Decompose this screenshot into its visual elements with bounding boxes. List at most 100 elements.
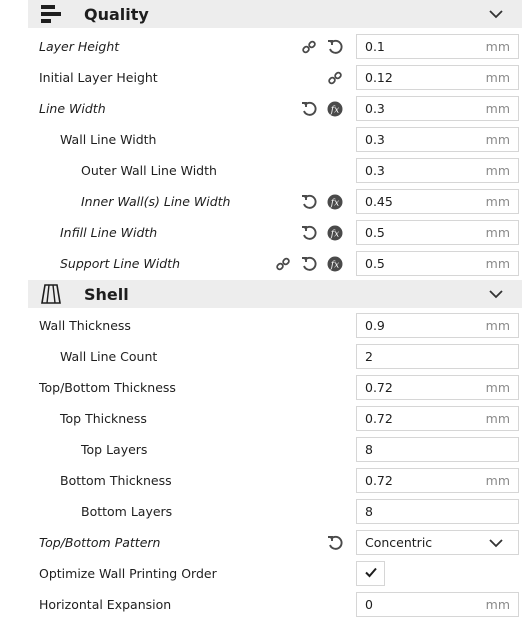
field-value: 0.1 bbox=[365, 39, 385, 54]
setting-row: Layer Height 0.1 mm bbox=[28, 31, 522, 62]
setting-row: Top Layers 8 bbox=[28, 434, 522, 465]
value-field[interactable]: 8 bbox=[356, 499, 519, 524]
link-icon[interactable] bbox=[327, 70, 343, 86]
value-field[interactable]: 0.3 mm bbox=[356, 96, 519, 121]
chevron-down-icon[interactable] bbox=[488, 286, 504, 302]
value-field[interactable]: 0.72 mm bbox=[356, 375, 519, 400]
setting-label: Bottom Thickness bbox=[60, 473, 172, 488]
field-value: 0.3 bbox=[365, 132, 385, 147]
field-unit: mm bbox=[485, 101, 510, 116]
field-value: 0.5 bbox=[365, 256, 385, 271]
setting-label: Top Layers bbox=[81, 442, 148, 457]
reset-icon[interactable] bbox=[301, 225, 317, 241]
section-title: Shell bbox=[84, 284, 129, 304]
setting-row: Horizontal Expansion 0 mm bbox=[28, 589, 522, 620]
value-field[interactable]: 0.45 mm bbox=[356, 189, 519, 214]
function-icon[interactable]: fx bbox=[327, 225, 343, 241]
section-title: Quality bbox=[84, 4, 149, 24]
reset-icon[interactable] bbox=[301, 194, 317, 210]
value-field[interactable]: 2 bbox=[356, 344, 519, 369]
link-icon[interactable] bbox=[301, 39, 317, 55]
value-field[interactable]: 0.5 mm bbox=[356, 220, 519, 245]
setting-label: Outer Wall Line Width bbox=[81, 163, 217, 178]
field-value: 0.45 bbox=[365, 194, 393, 209]
setting-row: Top/Bottom Thickness 0.72 mm bbox=[28, 372, 522, 403]
value-field[interactable]: 0.12 mm bbox=[356, 65, 519, 90]
quality-icon bbox=[38, 2, 64, 26]
field-value: 0.72 bbox=[365, 473, 393, 488]
setting-label: Top Thickness bbox=[60, 411, 147, 426]
field-unit: mm bbox=[485, 256, 510, 271]
function-icon[interactable]: fx bbox=[327, 256, 343, 272]
setting-row: Outer Wall Line Width 0.3 mm bbox=[28, 155, 522, 186]
field-unit: mm bbox=[485, 194, 510, 209]
setting-label: Optimize Wall Printing Order bbox=[39, 566, 217, 581]
checkmark-icon bbox=[363, 564, 379, 583]
checkbox[interactable] bbox=[356, 561, 385, 586]
field-value: 0.12 bbox=[365, 70, 393, 85]
setting-label: Top/Bottom Thickness bbox=[39, 380, 176, 395]
field-value: 2 bbox=[365, 349, 373, 364]
setting-label: Bottom Layers bbox=[81, 504, 173, 519]
field-unit: mm bbox=[485, 225, 510, 240]
setting-row: Wall Line Width 0.3 mm bbox=[28, 124, 522, 155]
setting-row: Top Thickness 0.72 mm bbox=[28, 403, 522, 434]
svg-text:fx: fx bbox=[330, 230, 339, 240]
reset-icon[interactable] bbox=[301, 256, 317, 272]
field-value: 0.72 bbox=[365, 411, 393, 426]
field-unit: mm bbox=[485, 132, 510, 147]
value-field[interactable]: 0 mm bbox=[356, 592, 519, 617]
reset-icon[interactable] bbox=[301, 101, 317, 117]
setting-row: Support Line Width fx 0.5 mm bbox=[28, 248, 522, 279]
setting-row: Infill Line Width fx 0.5 mm bbox=[28, 217, 522, 248]
setting-row: Line Width fx 0.3 mm bbox=[28, 93, 522, 124]
setting-label: Infill Line Width bbox=[60, 225, 158, 240]
setting-label: Support Line Width bbox=[60, 256, 181, 271]
reset-icon[interactable] bbox=[327, 39, 343, 55]
field-unit: mm bbox=[485, 39, 510, 54]
field-unit: mm bbox=[485, 380, 510, 395]
value-field[interactable]: 8 bbox=[356, 437, 519, 462]
field-unit: mm bbox=[485, 473, 510, 488]
setting-row: Top/Bottom Pattern Concentric bbox=[28, 527, 522, 558]
section-header-quality[interactable]: Quality bbox=[28, 0, 522, 28]
value-field[interactable]: 0.9 mm bbox=[356, 313, 519, 338]
dropdown-select[interactable]: Concentric bbox=[356, 530, 519, 555]
field-value: 0.3 bbox=[365, 101, 385, 116]
field-value: 8 bbox=[365, 442, 373, 457]
function-icon[interactable]: fx bbox=[327, 194, 343, 210]
section-header-shell[interactable]: Shell bbox=[28, 280, 522, 308]
setting-label: Horizontal Expansion bbox=[39, 597, 172, 612]
value-field[interactable]: 0.3 mm bbox=[356, 158, 519, 183]
svg-text:fx: fx bbox=[330, 106, 339, 116]
link-icon[interactable] bbox=[275, 256, 291, 272]
setting-label: Wall Thickness bbox=[39, 318, 131, 333]
value-field[interactable]: 0.72 mm bbox=[356, 406, 519, 431]
setting-row: Inner Wall(s) Line Width fx 0.45 mm bbox=[28, 186, 522, 217]
field-unit: mm bbox=[485, 163, 510, 178]
reset-icon[interactable] bbox=[327, 535, 343, 551]
field-unit: mm bbox=[485, 597, 510, 612]
field-unit: mm bbox=[485, 318, 510, 333]
field-unit: mm bbox=[485, 411, 510, 426]
setting-row: Wall Line Count 2 bbox=[28, 341, 522, 372]
setting-label: Layer Height bbox=[39, 39, 120, 54]
shell-icon bbox=[38, 282, 64, 306]
chevron-down-icon[interactable] bbox=[488, 6, 504, 22]
setting-row: Initial Layer Height 0.12 mm bbox=[28, 62, 522, 93]
field-value: 8 bbox=[365, 504, 373, 519]
function-icon[interactable]: fx bbox=[327, 101, 343, 117]
setting-label: Top/Bottom Pattern bbox=[39, 535, 161, 550]
setting-row: Bottom Layers 8 bbox=[28, 496, 522, 527]
setting-label: Wall Line Width bbox=[60, 132, 157, 147]
setting-row: Optimize Wall Printing Order bbox=[28, 558, 522, 589]
value-field[interactable]: 0.5 mm bbox=[356, 251, 519, 276]
setting-row: Wall Thickness 0.9 mm bbox=[28, 310, 522, 341]
value-field[interactable]: 0.72 mm bbox=[356, 468, 519, 493]
value-field[interactable]: 0.1 mm bbox=[356, 34, 519, 59]
value-field[interactable]: 0.3 mm bbox=[356, 127, 519, 152]
field-value: 0.5 bbox=[365, 225, 385, 240]
field-value: 0.72 bbox=[365, 380, 393, 395]
setting-row: Bottom Thickness 0.72 mm bbox=[28, 465, 522, 496]
field-value: Concentric bbox=[365, 535, 433, 550]
